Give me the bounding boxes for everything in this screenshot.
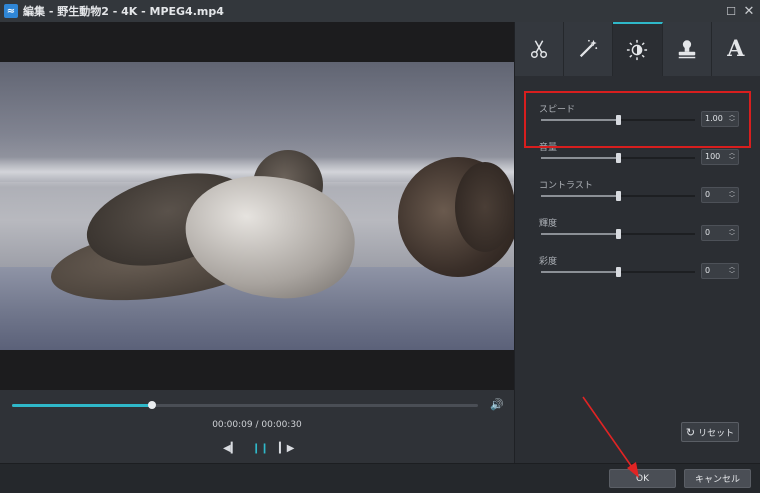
progress-fill xyxy=(12,404,152,407)
reset-icon: ↻ xyxy=(685,425,696,439)
close-icon[interactable]: ✕ xyxy=(741,3,757,19)
pause-icon[interactable]: ❙❙ xyxy=(252,443,269,454)
settings-panel: A スピード 1.00 ︿ ﹀ 音量 100 ︿ ﹀ コントラスト 0 ︿ ﹀ 輝度 0 ︿ ﹀… xyxy=(514,22,760,463)
seal-shape xyxy=(455,162,514,252)
edit-window: ≈ 編集 - 野生動物2 - 4K - MPEG4.mp4 ☐ ✕ 🔊 00:0… xyxy=(0,0,760,493)
tab-watermark[interactable] xyxy=(662,22,712,76)
contrast-slider-thumb[interactable] xyxy=(616,191,621,201)
volume-icon[interactable]: 🔊 xyxy=(490,398,504,411)
saturation-label: 彩度 xyxy=(539,257,558,267)
ok-button[interactable]: OK xyxy=(609,469,676,488)
brightness-slider-thumb[interactable] xyxy=(616,229,621,239)
window-title: 編集 - 野生動物2 - 4K - MPEG4.mp4 xyxy=(23,5,224,18)
reset-label: リセット xyxy=(698,428,735,439)
spin-arrows-icon[interactable]: ︿ ﹀ xyxy=(728,264,736,278)
tab-adjust[interactable] xyxy=(613,22,663,76)
volume-spinbox[interactable]: 100 ︿ ﹀ xyxy=(701,149,739,165)
maximize-icon[interactable]: ☐ xyxy=(723,3,739,19)
video-preview xyxy=(0,22,514,390)
speed-highlight-box xyxy=(524,91,751,148)
text-icon: A xyxy=(727,36,745,62)
title-bar: ≈ 編集 - 野生動物2 - 4K - MPEG4.mp4 ☐ ✕ xyxy=(0,0,760,22)
stamp-icon xyxy=(678,40,695,59)
saturation-slider[interactable] xyxy=(541,267,695,277)
contrast-spinbox[interactable]: 0 ︿ ﹀ xyxy=(701,187,739,203)
contrast-control: コントラスト 0 ︿ ﹀ xyxy=(515,178,760,216)
brightness-slider[interactable] xyxy=(541,229,695,239)
volume-slider-thumb[interactable] xyxy=(616,153,621,163)
brightness-control: 輝度 0 ︿ ﹀ xyxy=(515,216,760,254)
saturation-slider-thumb[interactable] xyxy=(616,267,621,277)
app-logo-icon: ≈ xyxy=(4,4,18,18)
next-frame-icon[interactable]: ▎▶ xyxy=(279,443,294,454)
saturation-spinbox[interactable]: 0 ︿ ﹀ xyxy=(701,263,739,279)
spin-arrows-icon[interactable]: ︿ ﹀ xyxy=(728,226,736,240)
magic-wand-icon xyxy=(580,39,598,58)
reset-button[interactable]: ↻ リセット xyxy=(681,422,739,442)
contrast-label: コントラスト xyxy=(539,181,593,191)
contrast-slider[interactable] xyxy=(541,191,695,201)
brightness-spinbox[interactable]: 0 ︿ ﹀ xyxy=(701,225,739,241)
tab-effect[interactable] xyxy=(564,22,614,76)
cancel-button[interactable]: キャンセル xyxy=(684,469,751,488)
brightness-icon xyxy=(627,39,648,61)
progress-bar[interactable] xyxy=(12,401,478,409)
brightness-label: 輝度 xyxy=(539,219,558,229)
playback-controls: 🔊 00:00:09 / 00:00:30 ◀▎ ❙❙ ▎▶ xyxy=(0,390,514,463)
spin-arrows-icon[interactable]: ︿ ﹀ xyxy=(728,188,736,202)
scissors-icon xyxy=(531,40,548,58)
spin-arrows-icon[interactable]: ︿ ﹀ xyxy=(728,150,736,164)
video-frame xyxy=(0,62,514,350)
tab-text[interactable]: A xyxy=(711,22,760,76)
previous-frame-icon[interactable]: ◀▎ xyxy=(223,443,238,454)
tab-trim[interactable] xyxy=(515,22,565,76)
timecode: 00:00:09 / 00:00:30 xyxy=(212,420,302,430)
tool-tabs: A xyxy=(515,22,760,76)
volume-slider[interactable] xyxy=(541,153,695,163)
saturation-control: 彩度 0 ︿ ﹀ xyxy=(515,254,760,292)
progress-thumb[interactable] xyxy=(147,401,156,409)
